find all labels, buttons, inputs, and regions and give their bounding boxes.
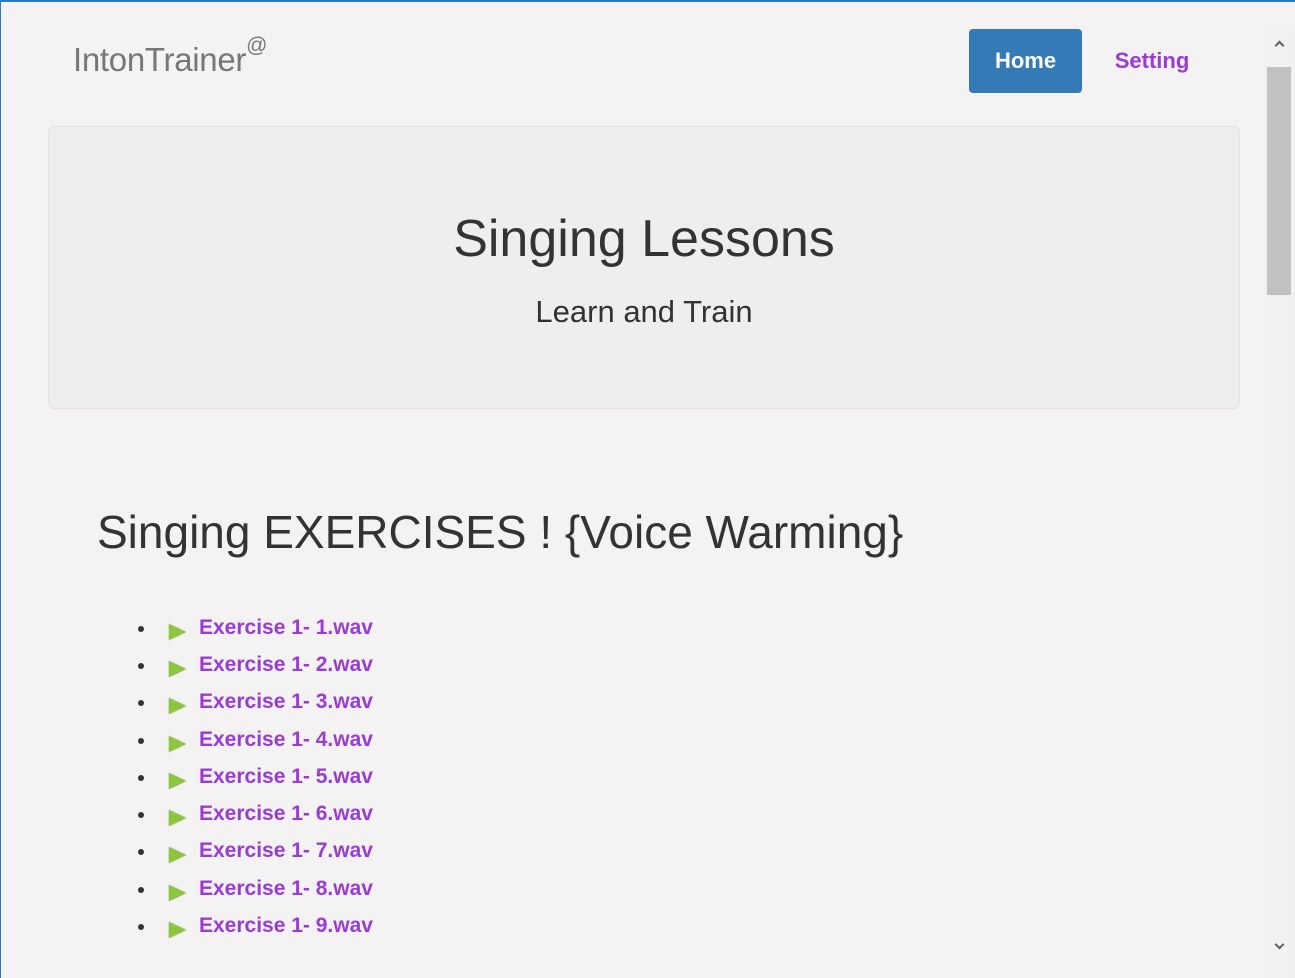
exercise-link[interactable]: Exercise 1- 6.wav: [199, 802, 373, 826]
exercise-link[interactable]: Exercise 1- 9.wav: [199, 914, 373, 938]
exercise-link[interactable]: Exercise 1- 3.wav: [199, 690, 373, 714]
play-icon[interactable]: [169, 810, 186, 827]
exercise-list: Exercise 1- 1.wav Exercise 1- 2.wav Exer…: [138, 609, 373, 945]
nav-setting-link[interactable]: Setting: [1090, 29, 1214, 93]
scroll-up-button[interactable]: [1264, 29, 1294, 57]
navbar-brand[interactable]: IntonTrainer@: [73, 35, 267, 80]
exercise-item: Exercise 1- 3.wav: [138, 684, 373, 721]
jumbotron-title: Singing Lessons: [453, 210, 835, 268]
bullet-icon: [138, 700, 144, 707]
exercise-item: Exercise 1- 4.wav: [138, 721, 373, 758]
bullet-icon: [138, 849, 144, 856]
browser-window: IntonTrainer@ Home Setting Singing Lesso…: [0, 0, 1295, 978]
exercise-item: Exercise 1- 9.wav: [138, 907, 373, 944]
exercise-item: Exercise 1- 8.wav: [138, 870, 373, 907]
nav-home-button[interactable]: Home: [969, 29, 1082, 93]
play-icon[interactable]: [169, 623, 186, 640]
chevron-down-icon: [1274, 939, 1284, 949]
page-content: IntonTrainer@ Home Setting Singing Lesso…: [2, 4, 1264, 978]
play-icon[interactable]: [169, 884, 186, 901]
exercise-item: Exercise 1- 6.wav: [138, 795, 373, 832]
scroll-down-button[interactable]: [1264, 932, 1294, 960]
play-icon[interactable]: [169, 772, 186, 789]
scrollbar-thumb[interactable]: [1267, 67, 1291, 295]
bullet-icon: [138, 886, 144, 893]
brand-superscript: @: [246, 34, 268, 57]
exercise-link[interactable]: Exercise 1- 1.wav: [199, 616, 373, 640]
chevron-up-icon: [1274, 40, 1284, 50]
bullet-icon: [138, 625, 144, 632]
play-icon[interactable]: [169, 922, 186, 939]
exercise-link[interactable]: Exercise 1- 2.wav: [199, 653, 373, 677]
play-icon[interactable]: [169, 698, 186, 715]
jumbotron-subtitle: Learn and Train: [535, 294, 753, 329]
bullet-icon: [138, 924, 144, 931]
exercise-link[interactable]: Exercise 1- 4.wav: [199, 728, 373, 752]
bullet-icon: [138, 737, 144, 744]
exercise-item: Exercise 1- 7.wav: [138, 833, 373, 870]
bullet-icon: [138, 662, 144, 669]
exercise-link[interactable]: Exercise 1- 8.wav: [199, 877, 373, 901]
exercise-link[interactable]: Exercise 1- 5.wav: [199, 765, 373, 789]
play-icon[interactable]: [169, 660, 186, 677]
bullet-icon: [138, 774, 144, 781]
exercise-link[interactable]: Exercise 1- 7.wav: [199, 839, 373, 863]
vertical-scrollbar[interactable]: [1264, 29, 1294, 978]
exercise-item: Exercise 1- 5.wav: [138, 758, 373, 795]
nav-setting-label: Setting: [1114, 48, 1190, 73]
nav-home-label: Home: [994, 48, 1057, 73]
bullet-icon: [138, 812, 144, 819]
play-icon[interactable]: [169, 847, 186, 864]
exercise-item: Exercise 1- 1.wav: [138, 609, 373, 646]
exercise-item: Exercise 1- 2.wav: [138, 646, 373, 683]
jumbotron: Singing Lessons Learn and Train: [48, 126, 1240, 409]
play-icon[interactable]: [169, 735, 186, 752]
exercises-heading: Singing EXERCISES ! {Voice Warming}: [97, 506, 904, 558]
brand-text: IntonTrainer: [73, 41, 247, 78]
